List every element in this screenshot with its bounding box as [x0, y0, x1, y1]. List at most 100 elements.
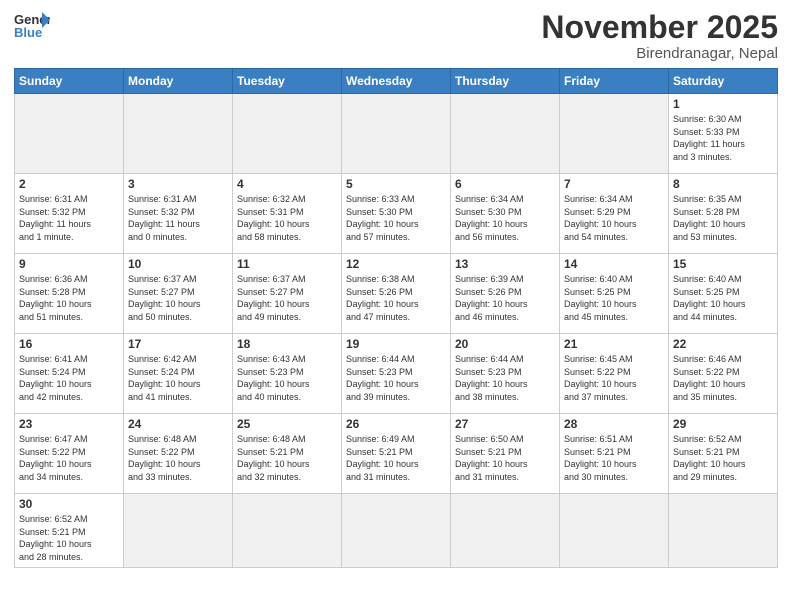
day-number: 27 — [455, 417, 555, 431]
day-number: 24 — [128, 417, 228, 431]
calendar-header: SundayMondayTuesdayWednesdayThursdayFrid… — [15, 69, 778, 94]
page: General Blue November 2025 Birendranagar… — [0, 0, 792, 582]
week-row-4: 23 Sunrise: 6:47 AM Sunset: 5:22 PM Dayli… — [15, 414, 778, 494]
day-number: 2 — [19, 177, 119, 191]
day-cell — [342, 494, 451, 567]
day-cell: 24 Sunrise: 6:48 AM Sunset: 5:22 PM Dayli… — [124, 414, 233, 494]
day-info: Sunrise: 6:36 AM Sunset: 5:28 PM Dayligh… — [19, 273, 119, 323]
weekday-header-sunday: Sunday — [15, 69, 124, 94]
day-cell: 9Sunrise: 6:36 AM Sunset: 5:28 PM Daylig… — [15, 254, 124, 334]
day-cell: 29Sunrise: 6:52 AM Sunset: 5:21 PM Dayli… — [669, 414, 778, 494]
day-number: 23 — [19, 417, 119, 431]
day-number: 28 — [564, 417, 664, 431]
day-cell — [342, 94, 451, 174]
day-info: Sunrise: 6:37 AM Sunset: 5:27 PM Dayligh… — [237, 273, 337, 323]
calendar-table: SundayMondayTuesdayWednesdayThursdayFrid… — [14, 68, 778, 567]
logo-icon: General Blue — [14, 10, 50, 40]
day-cell — [124, 94, 233, 174]
week-row-5: 30 Sunrise: 6:52 AM Sunset: 5:21 PM Dayli… — [15, 494, 778, 567]
day-cell: 15 Sunrise: 6:40 AM Sunset: 5:25 PM Dayli… — [669, 254, 778, 334]
day-number: 12 — [346, 257, 446, 271]
day-number: 14 — [564, 257, 664, 271]
day-number: 22 — [673, 337, 773, 351]
day-cell: 6Sunrise: 6:34 AM Sunset: 5:30 PM Daylig… — [451, 174, 560, 254]
day-info: Sunrise: 6:33 AM Sunset: 5:30 PM Dayligh… — [346, 193, 446, 243]
day-number: 1 — [673, 97, 773, 111]
day-cell — [560, 94, 669, 174]
day-cell: 4Sunrise: 6:32 AM Sunset: 5:31 PM Daylig… — [233, 174, 342, 254]
day-info: Sunrise: 6:52 AM Sunset: 5:21 PM Dayligh… — [19, 513, 119, 563]
day-cell — [669, 494, 778, 567]
day-number: 18 — [237, 337, 337, 351]
day-cell: 27Sunrise: 6:50 AM Sunset: 5:21 PM Dayli… — [451, 414, 560, 494]
day-cell: 10Sunrise: 6:37 AM Sunset: 5:27 PM Dayli… — [124, 254, 233, 334]
day-number: 26 — [346, 417, 446, 431]
day-cell: 19Sunrise: 6:44 AM Sunset: 5:23 PM Dayli… — [342, 334, 451, 414]
day-cell — [124, 494, 233, 567]
day-cell: 16Sunrise: 6:41 AM Sunset: 5:24 PM Dayli… — [15, 334, 124, 414]
day-cell: 5 Sunrise: 6:33 AM Sunset: 5:30 PM Daylig… — [342, 174, 451, 254]
day-cell: 20Sunrise: 6:44 AM Sunset: 5:23 PM Dayli… — [451, 334, 560, 414]
day-cell — [233, 94, 342, 174]
month-title: November 2025 — [541, 10, 778, 45]
svg-text:Blue: Blue — [14, 25, 42, 40]
day-info: Sunrise: 6:49 AM Sunset: 5:21 PM Dayligh… — [346, 433, 446, 483]
day-number: 30 — [19, 497, 119, 511]
day-info: Sunrise: 6:45 AM Sunset: 5:22 PM Dayligh… — [564, 353, 664, 403]
day-cell: 8Sunrise: 6:35 AM Sunset: 5:28 PM Daylig… — [669, 174, 778, 254]
logo: General Blue — [14, 10, 50, 40]
day-cell: 21Sunrise: 6:45 AM Sunset: 5:22 PM Dayli… — [560, 334, 669, 414]
calendar-body: 1 Sunrise: 6:30 AM Sunset: 5:33 PM Daylig… — [15, 94, 778, 567]
week-row-1: 2 Sunrise: 6:31 AM Sunset: 5:32 PM Daylig… — [15, 174, 778, 254]
weekday-row: SundayMondayTuesdayWednesdayThursdayFrid… — [15, 69, 778, 94]
week-row-3: 16Sunrise: 6:41 AM Sunset: 5:24 PM Dayli… — [15, 334, 778, 414]
weekday-header-saturday: Saturday — [669, 69, 778, 94]
header: General Blue November 2025 Birendranagar… — [14, 10, 778, 62]
day-info: Sunrise: 6:48 AM Sunset: 5:21 PM Dayligh… — [237, 433, 337, 483]
weekday-header-friday: Friday — [560, 69, 669, 94]
day-info: Sunrise: 6:43 AM Sunset: 5:23 PM Dayligh… — [237, 353, 337, 403]
day-info: Sunrise: 6:34 AM Sunset: 5:29 PM Dayligh… — [564, 193, 664, 243]
day-cell: 2Sunrise: 6:31 AM Sunset: 5:32 PM Daylig… — [15, 174, 124, 254]
title-block: November 2025 Birendranagar, Nepal — [541, 10, 778, 62]
day-info: Sunrise: 6:51 AM Sunset: 5:21 PM Dayligh… — [564, 433, 664, 483]
day-cell — [233, 494, 342, 567]
weekday-header-tuesday: Tuesday — [233, 69, 342, 94]
day-cell — [15, 94, 124, 174]
day-number: 5 — [346, 177, 446, 191]
day-cell: 11 Sunrise: 6:37 AM Sunset: 5:27 PM Dayli… — [233, 254, 342, 334]
day-number: 8 — [673, 177, 773, 191]
day-number: 13 — [455, 257, 555, 271]
week-row-2: 9Sunrise: 6:36 AM Sunset: 5:28 PM Daylig… — [15, 254, 778, 334]
day-cell — [451, 94, 560, 174]
day-cell: 14 Sunrise: 6:40 AM Sunset: 5:25 PM Dayli… — [560, 254, 669, 334]
day-number: 25 — [237, 417, 337, 431]
day-info: Sunrise: 6:40 AM Sunset: 5:25 PM Dayligh… — [673, 273, 773, 323]
weekday-header-monday: Monday — [124, 69, 233, 94]
day-info: Sunrise: 6:40 AM Sunset: 5:25 PM Dayligh… — [564, 273, 664, 323]
day-cell: 7Sunrise: 6:34 AM Sunset: 5:29 PM Daylig… — [560, 174, 669, 254]
day-info: Sunrise: 6:38 AM Sunset: 5:26 PM Dayligh… — [346, 273, 446, 323]
day-cell: 28 Sunrise: 6:51 AM Sunset: 5:21 PM Dayli… — [560, 414, 669, 494]
day-info: Sunrise: 6:44 AM Sunset: 5:23 PM Dayligh… — [455, 353, 555, 403]
weekday-header-wednesday: Wednesday — [342, 69, 451, 94]
day-info: Sunrise: 6:42 AM Sunset: 5:24 PM Dayligh… — [128, 353, 228, 403]
day-number: 17 — [128, 337, 228, 351]
day-number: 15 — [673, 257, 773, 271]
day-cell: 13Sunrise: 6:39 AM Sunset: 5:26 PM Dayli… — [451, 254, 560, 334]
day-info: Sunrise: 6:44 AM Sunset: 5:23 PM Dayligh… — [346, 353, 446, 403]
day-info: Sunrise: 6:30 AM Sunset: 5:33 PM Dayligh… — [673, 113, 773, 163]
day-number: 3 — [128, 177, 228, 191]
day-number: 11 — [237, 257, 337, 271]
day-info: Sunrise: 6:47 AM Sunset: 5:22 PM Dayligh… — [19, 433, 119, 483]
weekday-header-thursday: Thursday — [451, 69, 560, 94]
subtitle: Birendranagar, Nepal — [541, 45, 778, 62]
day-info: Sunrise: 6:31 AM Sunset: 5:32 PM Dayligh… — [128, 193, 228, 243]
day-info: Sunrise: 6:32 AM Sunset: 5:31 PM Dayligh… — [237, 193, 337, 243]
day-cell: 12 Sunrise: 6:38 AM Sunset: 5:26 PM Dayli… — [342, 254, 451, 334]
day-number: 16 — [19, 337, 119, 351]
day-cell: 22Sunrise: 6:46 AM Sunset: 5:22 PM Dayli… — [669, 334, 778, 414]
day-info: Sunrise: 6:48 AM Sunset: 5:22 PM Dayligh… — [128, 433, 228, 483]
day-cell: 26 Sunrise: 6:49 AM Sunset: 5:21 PM Dayli… — [342, 414, 451, 494]
day-cell: 1 Sunrise: 6:30 AM Sunset: 5:33 PM Daylig… — [669, 94, 778, 174]
